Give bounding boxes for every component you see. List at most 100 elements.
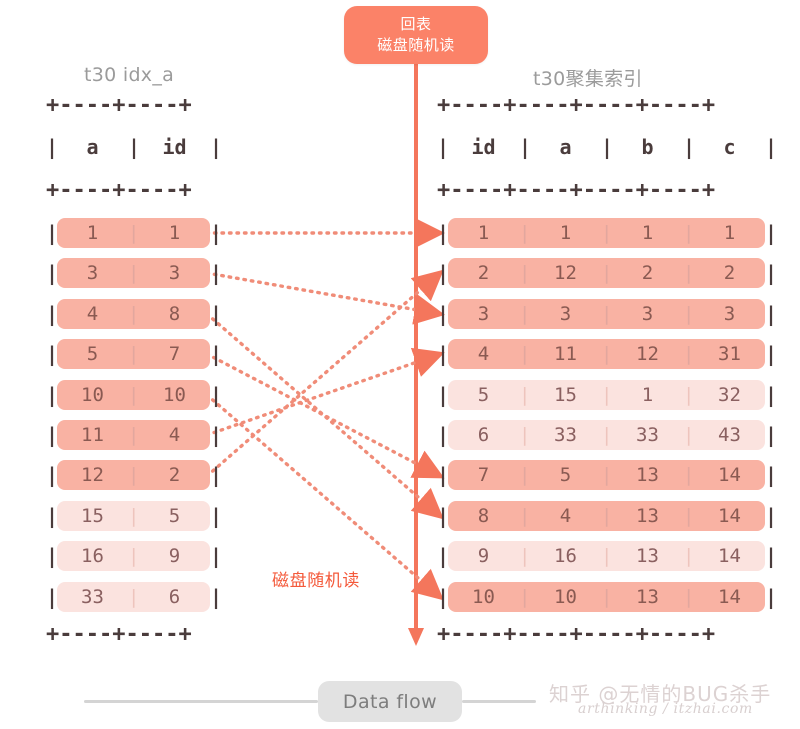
table-row[interactable]: | 5 | 15 | 1 | 32 | [437,379,778,410]
cell-c: 2 [723,262,736,285]
table-row[interactable]: | 4 | 11 | 12 | 31 | [437,339,777,370]
cell-a: 5 [86,343,99,366]
cell-a: 5 [559,464,572,487]
table-row[interactable]: | 2 | 12 | 2 | 2 | [437,258,777,289]
cell-a: 33 [81,585,104,608]
row-pill-dim: 9 | 16 | 13 | 14 [448,541,765,572]
cell-id: 10 [472,585,495,608]
cell-id: 3 [477,302,490,325]
right-col-b: b [641,135,654,159]
table-row[interactable]: | 6 | 33 | 33 | 43 | [437,420,778,450]
pipe: | [601,135,614,159]
pipe: | [765,503,778,528]
right-table-rule-mid: +----+----+----+----+ [437,178,716,203]
row-pill-dim: 15 | 5 [57,500,210,531]
cell-separator: | [683,302,695,325]
cell-separator: | [128,343,140,366]
table-row[interactable]: | 16 | 9 | [46,541,222,572]
data-flow-line-left [84,700,318,703]
right-table-title: t30聚集索引 [533,68,643,90]
huibiao-badge[interactable]: 回表 磁盘随机读 [344,6,488,64]
left-table-rule-top: +----+----+ [46,93,192,118]
cell-id: 2 [477,262,490,285]
table-row[interactable]: | 10 | 10 | [46,379,222,410]
cell-separator: | [683,464,695,487]
cell-separator: | [519,383,531,406]
pipe: | [519,135,532,159]
pipe: | [128,135,141,159]
pipe: | [765,221,778,245]
table-row[interactable]: | 4 | 8 | [46,298,222,329]
table-row[interactable]: | 5 | 7 | [46,339,222,370]
cell-a: 4 [86,302,99,325]
row-pill-highlighted: 4 | 8 [57,298,210,329]
cell-a: 1 [86,222,99,244]
cell-separator: | [128,464,140,487]
pipe: | [437,221,450,245]
pipe: | [46,544,59,569]
cell-id: 7 [168,343,181,366]
table-row[interactable]: | 8 | 4 | 13 | 14 | [437,500,778,531]
table-row[interactable]: | 3 | 3 | [46,258,222,289]
row-pill-dim: 5 | 15 | 1 | 32 [448,379,765,410]
table-row[interactable]: | 11 | 4 | [46,420,222,450]
row-pill-highlighted: 8 | 4 | 13 | 14 [448,500,765,531]
table-row[interactable]: | 10 | 10 | 13 | 14 | [437,581,777,612]
pipe: | [210,463,223,488]
cell-separator: | [519,464,531,487]
cell-c: 14 [718,545,741,568]
row-pill-highlighted: 10 | 10 [57,379,210,410]
left-table-rule-bottom: +----+----+ [46,622,192,647]
cell-id: 5 [477,383,490,406]
badge-line-1: 回表 [400,15,432,33]
right-table-rule-bottom: +----+----+----+----+ [437,622,716,647]
row-pill-highlighted: 5 | 7 [57,339,210,370]
cell-id: 6 [168,585,181,608]
pipe: | [46,135,59,159]
cell-id: 3 [168,262,181,285]
row-pill-highlighted: 3 | 3 [57,258,210,289]
pipe: | [437,463,450,488]
pipe: | [46,584,59,609]
table-row[interactable]: | 1 | 1 | [46,218,222,248]
cell-separator: | [128,545,140,568]
pipe: | [765,423,778,447]
cell-separator: | [601,464,613,487]
cell-c: 32 [718,383,741,406]
cell-a: 33 [554,424,577,446]
left-table-title: t30 idx_a [84,64,175,86]
cell-a: 12 [81,464,104,487]
pipe: | [46,221,59,245]
table-row[interactable]: | 1 | 1 | 1 | 1 | [437,218,778,248]
cell-id: 1 [168,222,181,244]
table-row[interactable]: | 12 | 2 | [46,460,223,491]
pipe: | [765,382,778,407]
pipe: | [437,423,450,447]
pipe: | [437,135,450,159]
table-row[interactable]: | 33 | 6 | [46,581,222,612]
link-4 [205,352,445,479]
row-pill-highlighted: 2 | 12 | 2 | 2 [448,258,765,289]
cell-separator: | [519,504,531,527]
pipe: | [683,135,696,159]
row-pill-highlighted: 1 | 1 | 1 | 1 [448,218,765,248]
table-row[interactable]: | 9 | 16 | 13 | 14 | [437,541,777,572]
cell-separator: | [519,545,531,568]
cell-id: 7 [477,464,490,487]
cell-separator: | [519,302,531,325]
cell-separator: | [601,343,613,366]
cell-separator: | [601,383,613,406]
table-row[interactable]: | 15 | 5 | [46,500,222,531]
cell-c: 43 [718,424,741,446]
left-table-rule-mid: +----+----+ [46,178,192,203]
cell-b: 1 [641,222,654,244]
cell-separator: | [601,504,613,527]
cell-a: 11 [554,343,577,366]
table-row[interactable]: | 3 | 3 | 3 | 3 | [437,298,777,329]
cell-separator: | [601,262,613,285]
row-pill-dim: 33 | 6 [57,581,210,612]
table-row[interactable]: | 7 | 5 | 13 | 14 | [437,460,777,491]
link-6 [205,347,445,437]
random-read-note: 磁盘随机读 [272,571,360,591]
cell-c: 31 [718,343,741,366]
